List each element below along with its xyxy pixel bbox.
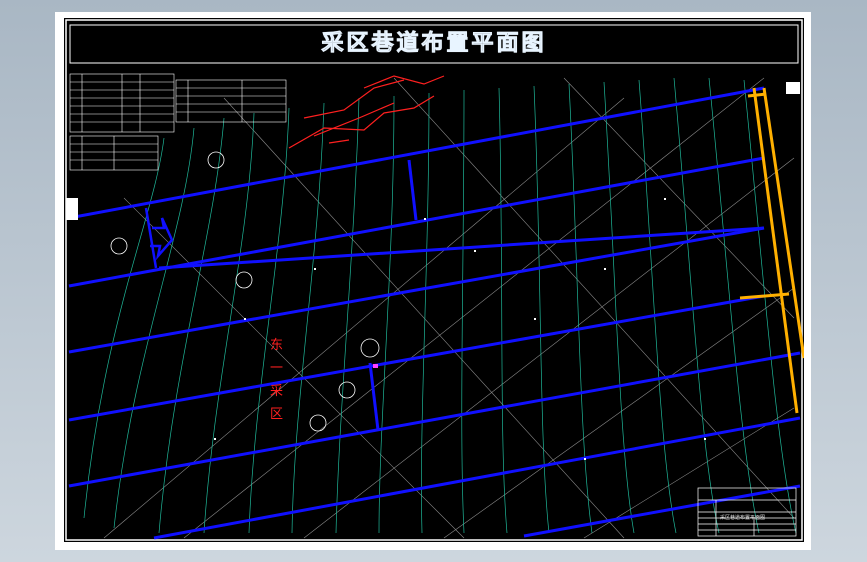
legend-table — [69, 73, 175, 171]
crosscut-1 — [407, 159, 418, 221]
zone-label-char-1: 东 — [270, 338, 284, 353]
survey-point-icon — [309, 414, 327, 432]
inner-border — [65, 19, 803, 541]
zone-label-char-3: 采 — [270, 384, 284, 399]
roadway-7 — [153, 416, 801, 540]
roadway-8 — [523, 484, 801, 538]
roadways — [68, 86, 801, 540]
airflow-arrow-icon — [144, 207, 174, 269]
zone-label-char-2: 一 — [270, 361, 284, 376]
survey-point-icon — [235, 271, 253, 289]
cad-drawing-canvas: 采区巷道布置平面图 东 一 采 区 采区巷道布置平面图 — [64, 18, 804, 542]
roadway-1 — [68, 86, 765, 220]
title-block-name: 采区巷道布置平面图 — [720, 515, 766, 521]
drawing-title: 采区巷道布置平面图 — [321, 30, 547, 57]
cad-drawing-svg — [65, 19, 804, 541]
survey-markers — [110, 151, 706, 460]
sheet-edge-marker — [786, 82, 800, 94]
survey-point-icon — [207, 151, 225, 169]
survey-point-icon — [360, 338, 380, 358]
roadway-6 — [68, 351, 801, 488]
roadway-3 — [158, 226, 765, 270]
roadway-4 — [68, 226, 765, 354]
fault-lines — [288, 75, 445, 149]
legend-table-2 — [175, 79, 287, 123]
survey-point-icon — [338, 381, 356, 399]
zone-label-char-4: 区 — [270, 407, 284, 422]
sheet-edge-marker — [66, 198, 78, 220]
roadway-5 — [68, 294, 765, 422]
survey-point-icon — [110, 237, 128, 255]
crosscut-2 — [368, 362, 380, 431]
